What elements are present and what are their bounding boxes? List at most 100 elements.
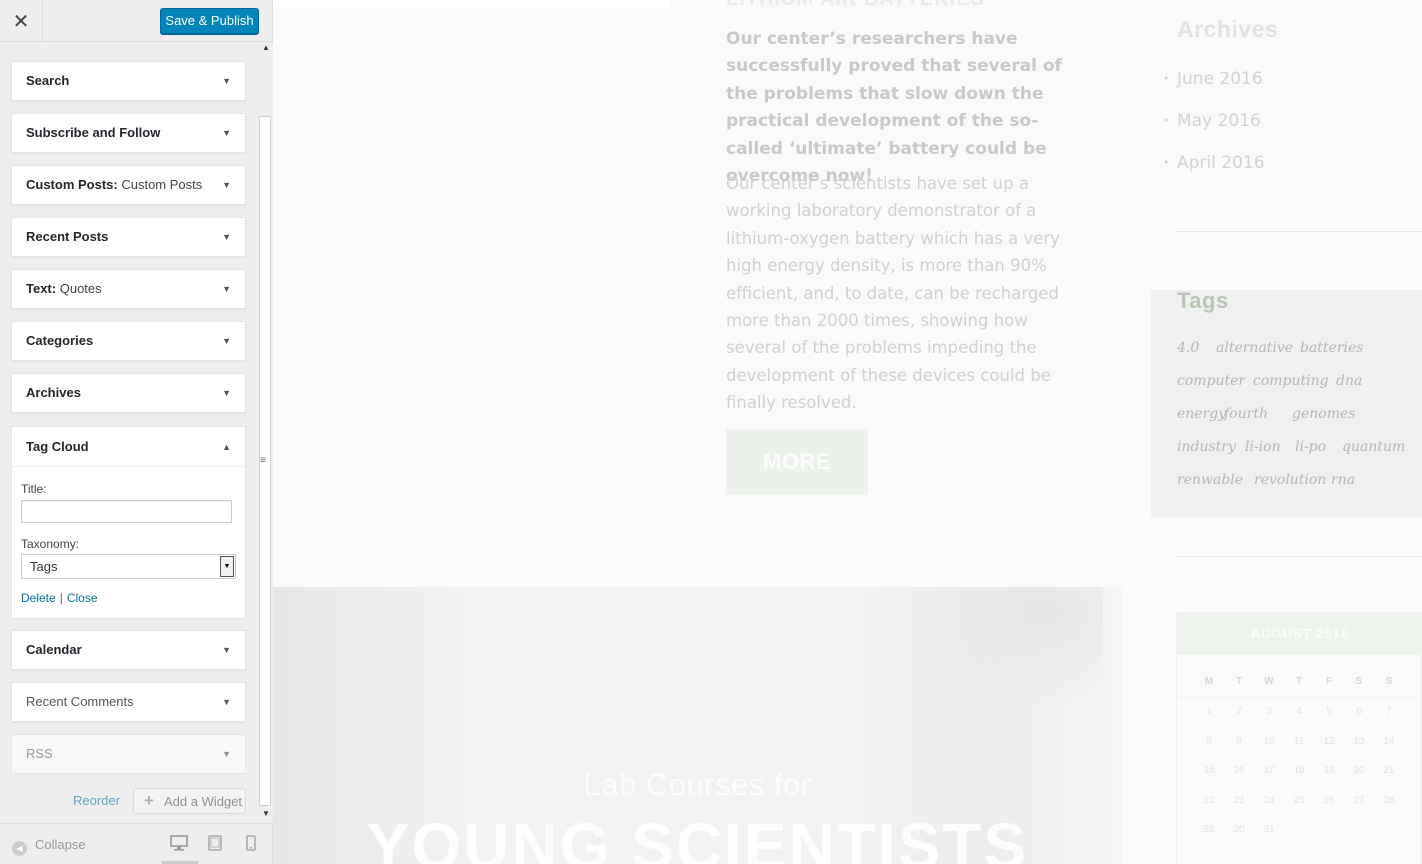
widget-title: Subscribe and Follow	[26, 125, 161, 140]
article-heading: LITHIUM AIR BATTERIES	[726, 0, 985, 11]
tag-link[interactable]: computer	[1177, 373, 1245, 389]
mobile-preview-button[interactable]	[245, 835, 265, 855]
customizer-footer: ◀ Collapse	[0, 823, 272, 864]
divider	[1176, 231, 1422, 232]
widget-title: Categories	[26, 333, 94, 348]
tag-link[interactable]: fourth	[1224, 406, 1268, 422]
divider	[1176, 556, 1422, 557]
tag-link[interactable]: energy	[1177, 406, 1226, 422]
expand-arrow-icon: ▼	[222, 749, 231, 759]
taxonomy-selected-value: Tags	[30, 559, 58, 574]
save-publish-button[interactable]: Save & Publish	[160, 8, 259, 34]
expand-arrow-icon: ▼	[222, 180, 231, 190]
widget-title: Text: Quotes	[26, 281, 102, 296]
calendar-day: 7	[1386, 706, 1392, 717]
calendar-day: 4	[1296, 706, 1302, 717]
more-button[interactable]: MORE	[726, 429, 868, 495]
tag-cloud-header[interactable]: Tag Cloud ▲	[12, 427, 245, 467]
bullet-icon: •	[1163, 72, 1170, 85]
tags-widget: Tags 4.0 alternative batteries computer …	[1151, 288, 1422, 517]
tag-link[interactable]: dna	[1336, 373, 1362, 389]
archive-link[interactable]: • May 2016	[1163, 111, 1261, 131]
calendar-day: 20	[1353, 765, 1365, 776]
tag-link[interactable]: industry	[1177, 439, 1236, 455]
tag-link[interactable]: genomes	[1292, 406, 1355, 422]
widget-text-quotes[interactable]: Text: Quotes ▼	[11, 269, 246, 309]
article-body: Our center’s scientists have set up a wo…	[726, 174, 1060, 413]
title-input[interactable]	[21, 500, 232, 523]
title-label: Title:	[21, 482, 47, 496]
post-image-edge	[273, 0, 670, 8]
tag-link[interactable]: li-po	[1295, 439, 1326, 455]
customizer-panel: ✕ Save & Publish Search ▼ Subscribe and …	[0, 0, 273, 864]
calendar-day: 15	[1203, 765, 1215, 776]
close-link[interactable]: Close	[67, 591, 98, 605]
expand-arrow-icon: ▼	[222, 284, 231, 294]
widget-actions: Delete | Close	[21, 591, 98, 605]
calendar-day: 21	[1383, 765, 1395, 776]
tag-link[interactable]: quantum	[1342, 439, 1405, 455]
calendar-day: 9	[1236, 735, 1242, 747]
widget-archives[interactable]: Archives ▼	[11, 373, 246, 413]
close-customizer-button[interactable]: ✕	[0, 0, 43, 42]
calendar-day: 18	[1293, 765, 1305, 776]
tag-link[interactable]: li-ion	[1245, 439, 1281, 455]
desktop-preview-button[interactable]	[170, 835, 190, 855]
widget-categories[interactable]: Categories ▼	[11, 321, 246, 361]
widget-title: Archives	[26, 385, 81, 400]
tag-link[interactable]: renwable	[1177, 472, 1243, 488]
add-widget-label: Add a Widget	[164, 794, 243, 809]
calendar-day: 28	[1383, 794, 1395, 806]
widget-search[interactable]: Search ▼	[11, 61, 246, 101]
scroll-down-icon[interactable]: ▼	[262, 809, 270, 818]
widget-subscribe-follow[interactable]: Subscribe and Follow ▼	[11, 113, 246, 153]
archive-link[interactable]: • April 2016	[1163, 153, 1265, 173]
calendar-widget: AUGUST 2016 M T W T F S S 1 2 3 4 5 6 7 8 9 10 11 12 13 14 15…	[1176, 612, 1422, 864]
calendar-day: 10	[1263, 735, 1275, 747]
calendar-day-name: T	[1295, 676, 1303, 687]
widget-title: Search	[26, 73, 70, 88]
tag-link[interactable]: alternative	[1216, 340, 1293, 356]
widget-custom-posts[interactable]: Custom Posts: Custom Posts ▼	[11, 165, 246, 205]
tag-link[interactable]: rna	[1331, 472, 1355, 488]
resize-handle-icon[interactable]: ≡	[260, 455, 266, 466]
calendar-day: 29	[1203, 824, 1215, 835]
tag-link[interactable]: computing	[1253, 373, 1329, 389]
archives-heading: Archives	[1177, 16, 1279, 42]
close-icon: ✕	[12, 10, 30, 33]
add-widget-button[interactable]: + Add a Widget	[133, 788, 246, 814]
tag-link[interactable]: batteries	[1300, 340, 1364, 356]
collapse-arrow-icon: ◀	[12, 841, 27, 856]
calendar-day: 8	[1206, 735, 1212, 747]
delete-link[interactable]: Delete	[21, 591, 56, 605]
collapse-arrow-icon: ▲	[222, 442, 231, 452]
tablet-preview-button[interactable]	[207, 835, 227, 855]
customizer-scrollbar[interactable]: ▲ ▼	[258, 43, 273, 823]
tag-link[interactable]: 4.0	[1177, 340, 1199, 356]
article-intro: Our center’s researchers have successful…	[726, 29, 1062, 187]
taxonomy-select[interactable]: Tags ▼	[21, 554, 236, 579]
calendar-day-name: S	[1385, 676, 1393, 687]
customizer-header: ✕ Save & Publish	[0, 0, 272, 42]
widget-recent-comments[interactable]: Recent Comments ▼	[11, 682, 246, 722]
tags-heading: Tags	[1177, 288, 1229, 313]
reorder-link[interactable]: Reorder	[73, 793, 120, 808]
tag-link[interactable]: revolution	[1254, 472, 1326, 488]
widget-area-actions: Reorder + Add a Widget	[0, 787, 258, 817]
calendar-day: 27	[1353, 794, 1365, 806]
calendar-day: 11	[1293, 735, 1305, 747]
calendar-divider	[1177, 697, 1422, 698]
expand-arrow-icon: ▼	[222, 128, 231, 138]
calendar-day: 13	[1353, 735, 1365, 747]
widget-calendar[interactable]: Calendar ▼	[11, 630, 246, 670]
banner-subtitle: Lab Courses for	[583, 767, 812, 802]
calendar-day: 5	[1326, 706, 1332, 717]
collapse-button[interactable]: ◀ Collapse	[12, 837, 86, 856]
widget-recent-posts[interactable]: Recent Posts ▼	[11, 217, 246, 257]
scroll-up-icon[interactable]: ▲	[262, 43, 270, 52]
calendar-day: 31	[1263, 824, 1275, 835]
widget-rss[interactable]: RSS ▼	[11, 734, 246, 774]
archive-link[interactable]: • June 2016	[1163, 69, 1263, 89]
chevron-down-icon: ▼	[220, 556, 234, 577]
expand-arrow-icon: ▼	[222, 645, 231, 655]
